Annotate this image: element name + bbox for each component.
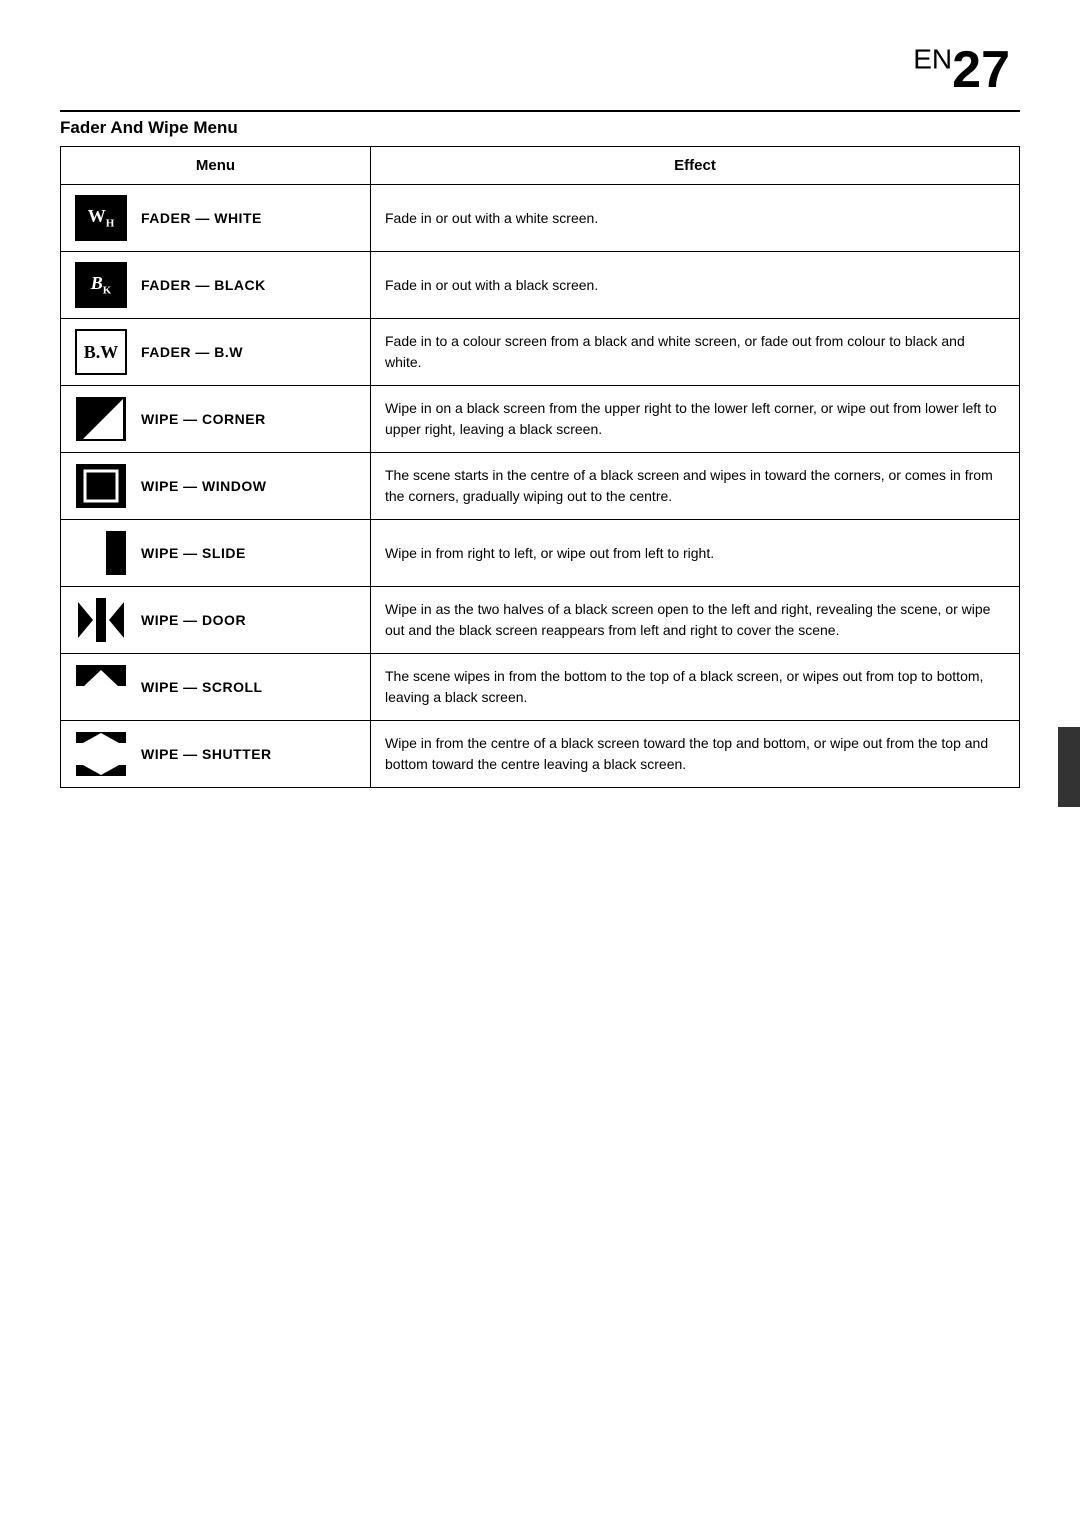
menu-label-2: FADER — B.W — [141, 344, 243, 360]
door-icon — [75, 597, 127, 643]
effect-cell-8: Wipe in from the centre of a black scree… — [371, 721, 1020, 788]
menu-cell-7: WIPE — SCROLL — [61, 654, 371, 721]
right-tab — [1058, 727, 1080, 807]
menu-cell-inner-1: BK FADER — BLACK — [75, 262, 356, 308]
corner-icon — [75, 396, 127, 442]
menu-cell-2: B.W FADER — B.W — [61, 319, 371, 386]
menu-cell-inner-2: B.W FADER — B.W — [75, 329, 356, 375]
menu-cell-inner-7: WIPE — SCROLL — [75, 664, 356, 710]
scroll-icon — [75, 664, 127, 710]
section-title: Fader And Wipe Menu — [60, 110, 1020, 138]
menu-label-5: WIPE — SLIDE — [141, 545, 246, 561]
window-icon — [75, 463, 127, 509]
menu-cell-0: WH FADER — WHITE — [61, 185, 371, 252]
door-icon — [75, 597, 127, 643]
table-row: WIPE — WINDOW The scene starts in the cen… — [61, 453, 1020, 520]
menu-label-1: FADER — BLACK — [141, 277, 266, 293]
effect-cell-6: Wipe in as the two halves of a black scr… — [371, 587, 1020, 654]
bw-icon: B.W — [75, 329, 127, 375]
effect-cell-3: Wipe in on a black screen from the upper… — [371, 386, 1020, 453]
menu-cell-inner-3: WIPE — CORNER — [75, 396, 356, 442]
menu-cell-1: BK FADER — BLACK — [61, 252, 371, 319]
window-icon — [75, 463, 127, 509]
effect-cell-1: Fade in or out with a black screen. — [371, 252, 1020, 319]
fader-wipe-table: Menu Effect WH FADER — WHITE Fade in or ou… — [60, 146, 1020, 788]
table-row: B.W FADER — B.W Fade in to a colour screen… — [61, 319, 1020, 386]
menu-label-4: WIPE — WINDOW — [141, 478, 267, 494]
shutter-icon — [75, 731, 127, 777]
table-row: WIPE — DOOR Wipe in as the two halves of … — [61, 587, 1020, 654]
table-row: WIPE — SLIDE Wipe in from right to left, … — [61, 520, 1020, 587]
effect-cell-0: Fade in or out with a white screen. — [371, 185, 1020, 252]
bk-icon: BK — [75, 262, 127, 308]
menu-label-3: WIPE — CORNER — [141, 411, 266, 427]
effect-cell-7: The scene wipes in from the bottom to th… — [371, 654, 1020, 721]
menu-label-8: WIPE — SHUTTER — [141, 746, 272, 762]
menu-cell-inner-4: WIPE — WINDOW — [75, 463, 356, 509]
slide-icon — [75, 530, 127, 576]
effect-cell-2: Fade in to a colour screen from a black … — [371, 319, 1020, 386]
scroll-icon — [75, 664, 127, 710]
wh-icon: WH — [75, 195, 127, 241]
bw-icon: B.W — [75, 329, 127, 375]
corner-icon — [75, 396, 127, 442]
menu-cell-6: WIPE — DOOR — [61, 587, 371, 654]
shutter-icon — [75, 731, 127, 777]
table-row: WIPE — SHUTTER Wipe in from the centre of… — [61, 721, 1020, 788]
bk-icon: BK — [75, 262, 127, 308]
col-effect-header: Effect — [371, 147, 1020, 185]
en-label: EN — [913, 44, 952, 75]
menu-cell-5: WIPE — SLIDE — [61, 520, 371, 587]
page-header: EN27 — [60, 40, 1020, 100]
table-row: WIPE — CORNER Wipe in on a black screen f… — [61, 386, 1020, 453]
menu-label-0: FADER — WHITE — [141, 210, 262, 226]
menu-cell-inner-6: WIPE — DOOR — [75, 597, 356, 643]
col-menu-header: Menu — [61, 147, 371, 185]
menu-cell-inner-0: WH FADER — WHITE — [75, 195, 356, 241]
effect-cell-4: The scene starts in the centre of a blac… — [371, 453, 1020, 520]
menu-cell-3: WIPE — CORNER — [61, 386, 371, 453]
wh-icon: WH — [75, 195, 127, 241]
page-number: 27 — [952, 41, 1010, 99]
menu-label-7: WIPE — SCROLL — [141, 679, 263, 695]
menu-label-6: WIPE — DOOR — [141, 612, 246, 628]
table-row: WIPE — SCROLL The scene wipes in from the… — [61, 654, 1020, 721]
menu-cell-4: WIPE — WINDOW — [61, 453, 371, 520]
table-row: BK FADER — BLACK Fade in or out with a bla… — [61, 252, 1020, 319]
slide-icon — [75, 530, 127, 576]
menu-cell-inner-5: WIPE — SLIDE — [75, 530, 356, 576]
effect-cell-5: Wipe in from right to left, or wipe out … — [371, 520, 1020, 587]
menu-cell-inner-8: WIPE — SHUTTER — [75, 731, 356, 777]
table-row: WH FADER — WHITE Fade in or out with a whi… — [61, 185, 1020, 252]
menu-cell-8: WIPE — SHUTTER — [61, 721, 371, 788]
